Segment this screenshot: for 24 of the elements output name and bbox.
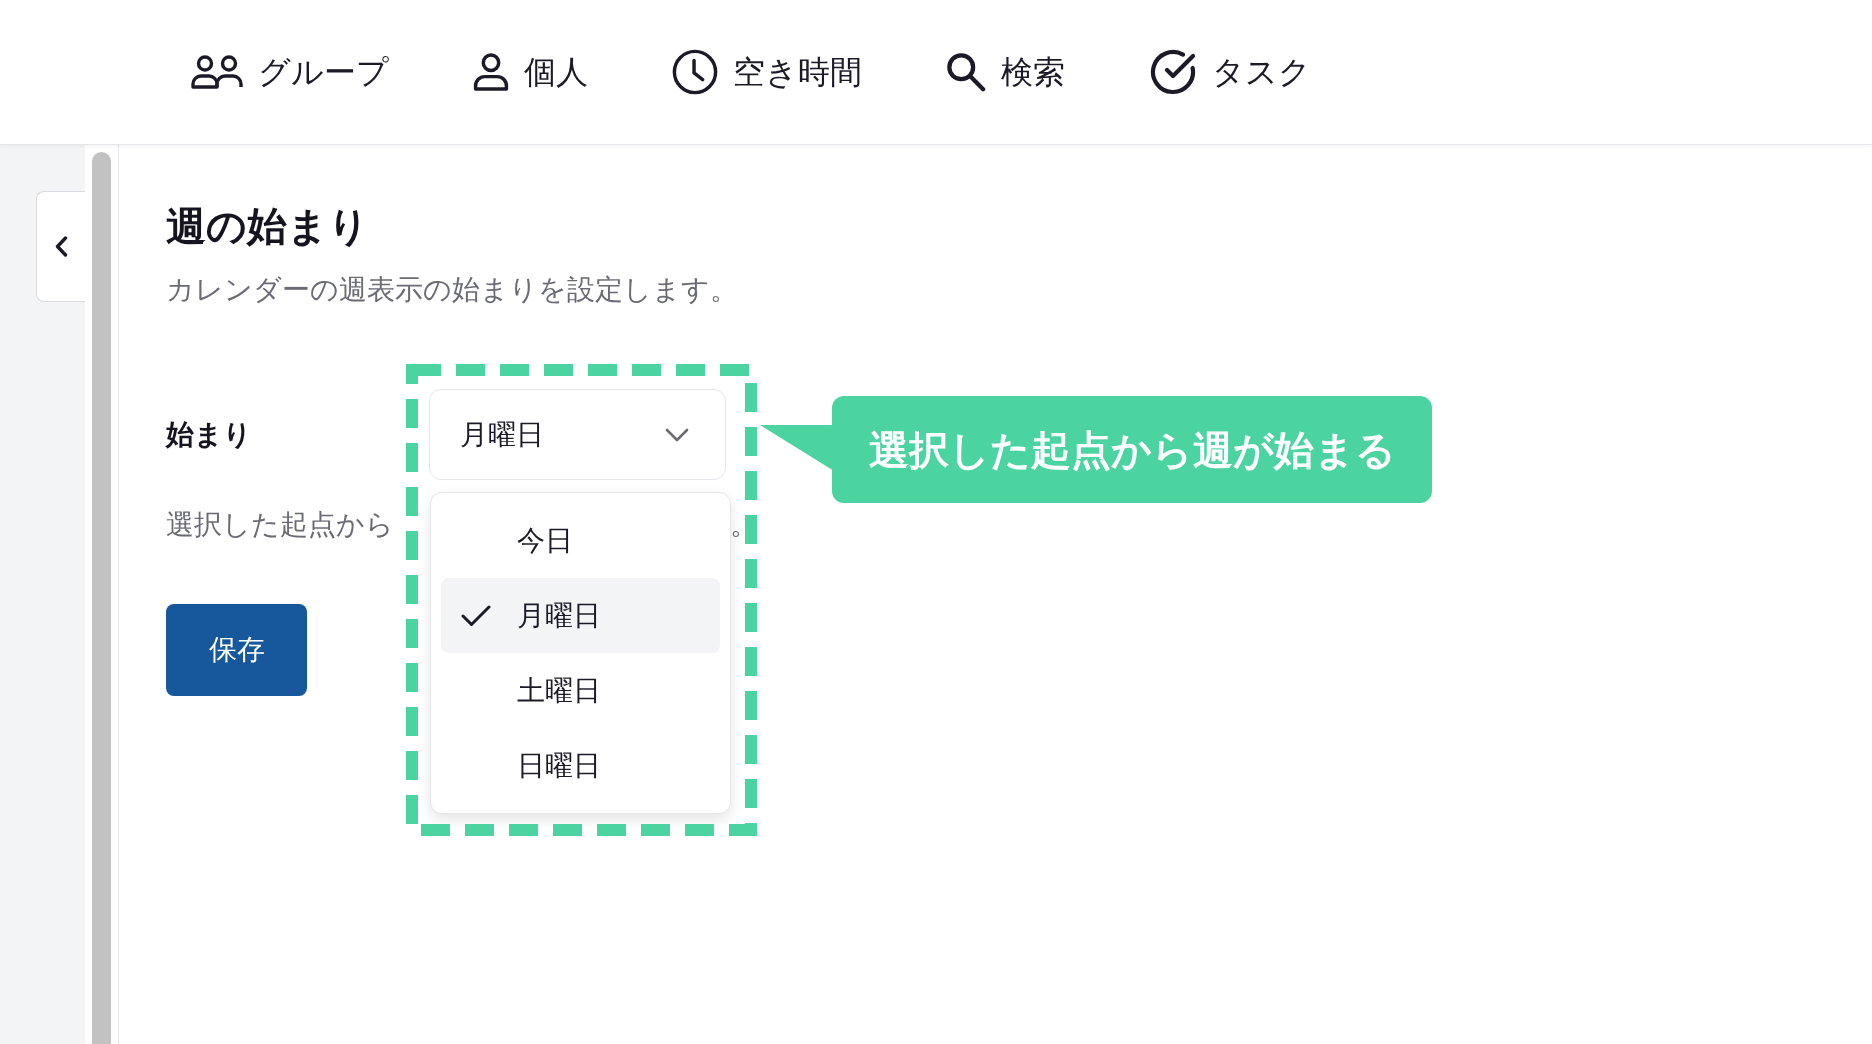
save-button[interactable]: 保存 (166, 604, 307, 696)
check-circle-icon (1149, 48, 1197, 96)
annotation-callout: 選択した起点から週が始まる (832, 396, 1432, 503)
nav-tab[interactable]: 空き時間 (672, 49, 862, 95)
hint-text: 。 (730, 508, 744, 542)
collapse-sidebar-button[interactable] (36, 191, 85, 302)
chevron-left-icon (54, 236, 68, 257)
checkmark-icon (461, 604, 491, 627)
search-icon (946, 52, 986, 92)
dropdown-option[interactable]: 月曜日 (441, 578, 720, 653)
people-icon (191, 55, 243, 89)
nav-tab[interactable]: グループ (191, 52, 389, 92)
nav-tab[interactable]: 個人 (473, 52, 588, 92)
page-title: 週の始まり (166, 203, 369, 250)
page-description: カレンダーの週表示の始まりを設定します。 (166, 273, 738, 307)
setting-label: 始まり (166, 417, 253, 452)
hint-text: 選択した起点から (166, 508, 394, 542)
person-icon (473, 53, 509, 91)
nav-tab[interactable]: タスク (1149, 48, 1311, 96)
nav-tab[interactable]: 検索 (946, 52, 1065, 92)
clock-icon (672, 49, 718, 95)
chevron-down-icon (665, 427, 689, 442)
scrollbar[interactable] (92, 152, 111, 1044)
week-start-select[interactable]: 月曜日 (429, 389, 726, 480)
